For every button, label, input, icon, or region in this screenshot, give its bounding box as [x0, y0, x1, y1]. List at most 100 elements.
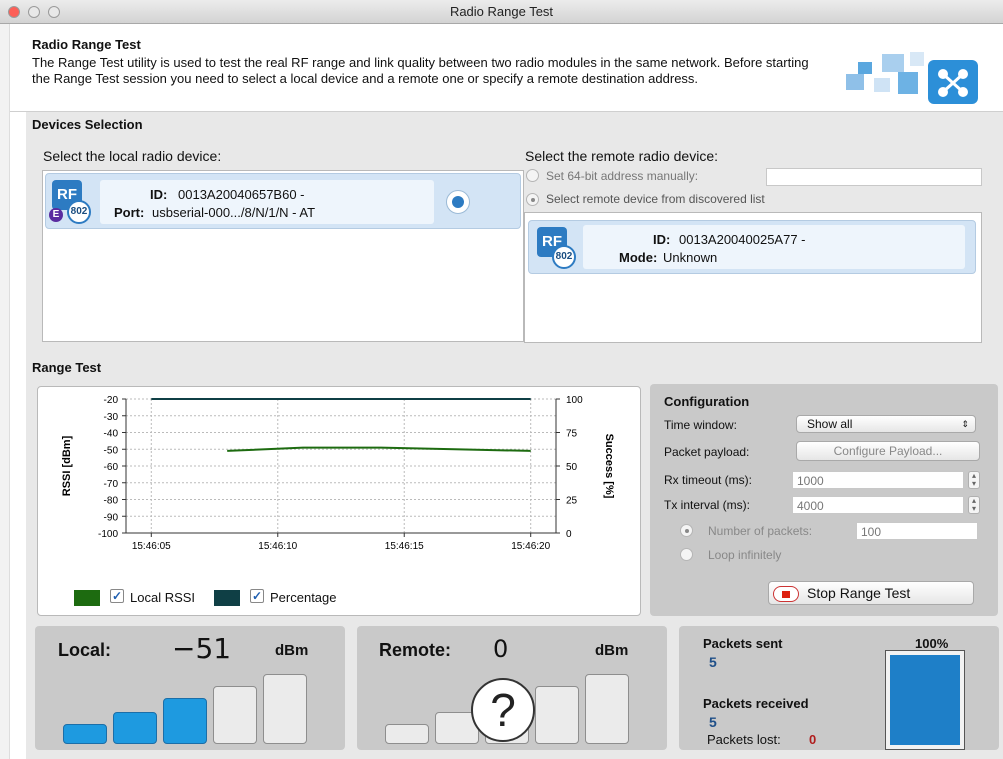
percentage-legend-label: Percentage [270, 590, 337, 605]
y2-tick-label: 100 [566, 395, 583, 406]
dialog-header: Radio Range Test The Range Test utility … [10, 24, 1003, 112]
y2-axis-label: Success [%] [603, 434, 615, 499]
packets-sent-value: 5 [709, 654, 717, 670]
remote-signal-panel: Remote: 0 dBm ? [357, 626, 667, 750]
time-window-select[interactable]: Show all ⇕ [796, 415, 976, 433]
tx-interval-stepper[interactable]: ▴ ▾ [968, 496, 980, 514]
local-port-value: usbserial-000.../8/N/1/N - AT [152, 205, 316, 220]
main-area: Devices Selection Select the local radio… [26, 112, 1003, 759]
local-signal-unit: dBm [275, 642, 309, 659]
stop-range-test-button[interactable]: Stop Range Test [768, 581, 974, 605]
configure-payload-button[interactable]: Configure Payload... [796, 441, 980, 461]
y2-tick-label: 50 [566, 462, 578, 473]
y-tick-label: -30 [104, 412, 119, 423]
y-tick-label: -60 [104, 462, 119, 473]
success-progress-bar [885, 650, 965, 750]
remote-mode-value: Unknown [663, 250, 718, 265]
rf-module-icon: RF 802 E [49, 180, 92, 224]
signal-bar [585, 674, 629, 744]
local-id-label: ID: [150, 187, 168, 202]
success-percent-label: 100% [915, 636, 949, 651]
packets-sent-label: Packets sent [703, 636, 783, 651]
x-tick-label: 15:46:20 [511, 541, 550, 552]
remote-mode-label: Mode: [619, 250, 658, 265]
remote-device-list[interactable]: RF 802 ID: 0013A20040025A77 - Mode: Unkn… [524, 212, 982, 343]
signal-bar [113, 712, 157, 744]
loop-infinitely-radio[interactable] [680, 548, 693, 561]
remote-signal-value: 0 [493, 635, 509, 663]
local-id-value: 0013A20040657B60 - [178, 187, 305, 202]
y2-tick-label: 0 [566, 529, 572, 540]
y-tick-label: -50 [104, 445, 119, 456]
remote-device-item[interactable]: RF 802 ID: 0013A20040025A77 - Mode: Unkn… [528, 220, 976, 274]
window-title: Radio Range Test [449, 4, 554, 19]
y-tick-label: -90 [104, 512, 119, 523]
percentage-swatch [214, 590, 240, 606]
signal-bar [63, 724, 107, 744]
discovered-list-radio[interactable] [526, 193, 539, 206]
signal-bar [263, 674, 307, 744]
y-tick-label: -70 [104, 479, 119, 490]
signal-bar [163, 698, 207, 744]
devices-section-title: Devices Selection [32, 117, 143, 132]
header-title: Radio Range Test [32, 37, 141, 52]
manual-address-label: Set 64-bit address manually: [546, 169, 699, 183]
discover-icon[interactable] [446, 190, 470, 214]
local-rssi-swatch [74, 590, 100, 606]
y-tick-label: -100 [98, 529, 118, 540]
xbee-network-icon [846, 52, 978, 104]
percentage-checkbox[interactable]: ✓ [250, 589, 264, 603]
y2-tick-label: 25 [566, 496, 578, 507]
number-of-packets-radio[interactable] [680, 524, 693, 537]
y-tick-label: -20 [104, 395, 119, 406]
manual-address-radio[interactable] [526, 169, 539, 182]
local-signal-panel: Local: −51 dBm [35, 626, 345, 750]
x-tick-label: 15:46:10 [258, 541, 297, 552]
stop-icon [773, 586, 799, 602]
y2-tick-label: 75 [566, 429, 578, 440]
header-description: The Range Test utility is used to test t… [32, 55, 809, 86]
signal-bar [385, 724, 429, 744]
tx-interval-input[interactable]: 4000 [792, 496, 964, 514]
y-axis-label: RSSI [dBm] [61, 435, 73, 496]
rf-module-icon: RF 802 [537, 227, 577, 271]
remote-signal-unit: dBm [595, 642, 629, 659]
window-titlebar: Radio Range Test [0, 0, 1003, 24]
number-of-packets-input[interactable]: 100 [856, 522, 978, 540]
local-device-list[interactable]: RF 802 E ID: 0013A20040657B60 - Port: us… [42, 170, 524, 342]
y-tick-label: -40 [104, 429, 119, 440]
unknown-signal-icon: ? [471, 678, 535, 742]
number-of-packets-label: Number of packets: [708, 524, 813, 538]
local-device-label: Select the local radio device: [43, 148, 222, 164]
rx-timeout-stepper[interactable]: ▴ ▾ [968, 471, 980, 489]
rssi-chart-panel: -20 -30 -40 -50 -60 -70 -80 -90 -100 15:46:05 15:4… [37, 386, 641, 616]
local-rssi-legend-label: Local RSSI [130, 590, 196, 605]
packets-panel: Packets sent 5 Packets received 5 Packet… [679, 626, 999, 750]
local-device-item[interactable]: RF 802 E ID: 0013A20040657B60 - Port: us… [45, 173, 521, 229]
remote-id-label: ID: [653, 232, 671, 247]
remote-device-label: Select the remote radio device: [525, 148, 718, 164]
left-edge [0, 24, 10, 759]
rssi-chart: -20 -30 -40 -50 -60 -70 -80 -90 -100 15:46:05 15:4… [61, 395, 615, 552]
x-tick-label: 15:46:05 [132, 541, 171, 552]
signal-bar [535, 686, 579, 744]
x-tick-label: 15:46:15 [385, 541, 424, 552]
local-rssi-checkbox[interactable]: ✓ [110, 589, 124, 603]
packets-lost-label: Packets lost: [707, 732, 781, 747]
success-progress-fill [890, 655, 960, 745]
packets-received-label: Packets received [703, 696, 809, 711]
remote-signal-label: Remote: [379, 640, 452, 660]
remote-id-value: 0013A20040025A77 - [679, 232, 806, 247]
rx-timeout-input[interactable]: 1000 [792, 471, 964, 489]
discovered-list-label: Select remote device from discovered lis… [546, 192, 765, 206]
local-signal-label: Local: [58, 640, 112, 660]
local-port-label: Port: [114, 205, 145, 220]
local-signal-value: −51 [172, 632, 232, 665]
range-test-section-title: Range Test [32, 360, 102, 375]
time-window-label: Time window: [664, 418, 737, 432]
configuration-panel: Configuration Time window: Show all ⇕ Pa… [650, 384, 998, 616]
manual-address-input[interactable] [766, 168, 982, 186]
tx-interval-label: Tx interval (ms): [664, 498, 751, 512]
configuration-title: Configuration [664, 394, 750, 409]
select-arrows-icon: ⇕ [961, 419, 969, 429]
